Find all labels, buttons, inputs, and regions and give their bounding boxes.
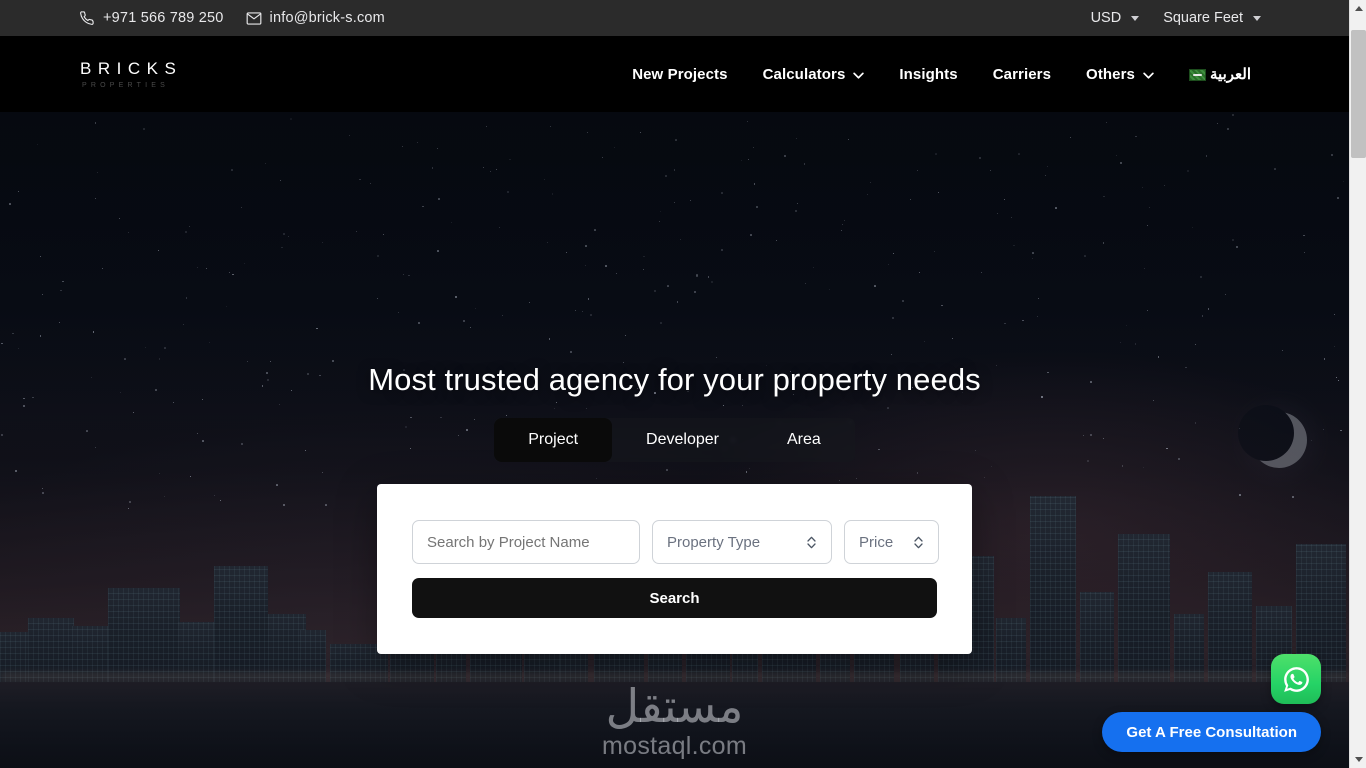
logo-subtitle-text: PROPERTIES: [82, 81, 169, 89]
topbar-email-text: info@brick-s.com: [269, 10, 385, 26]
hero-content: Most trusted agency for your property ne…: [0, 112, 1349, 768]
nav-item-calculators[interactable]: Calculators: [763, 66, 865, 83]
tab-developer[interactable]: Developer: [612, 418, 753, 462]
saudi-flag-icon: [1189, 69, 1206, 81]
top-utility-bar: +971 566 789 250 info@brick-s.com USD Sq…: [0, 0, 1349, 36]
nav-links: New Projects Calculators Insights Carrie…: [632, 65, 1251, 84]
whatsapp-button[interactable]: [1271, 654, 1321, 704]
property-type-label: Property Type: [667, 533, 761, 551]
browser-page: +971 566 789 250 info@brick-s.com USD Sq…: [0, 0, 1366, 768]
search-input[interactable]: [412, 520, 640, 564]
currency-label: USD: [1090, 10, 1122, 26]
logo-brand-text: BRICKS: [80, 58, 183, 78]
topbar-phone-text: +971 566 789 250: [103, 10, 224, 26]
topbar-phone[interactable]: +971 566 789 250: [80, 10, 224, 26]
tab-label: Area: [786, 431, 821, 448]
nav-item-label: Calculators: [762, 65, 846, 83]
topbar-settings-group: USD Square Feet: [1091, 10, 1261, 26]
nav-item-label: Carriers: [992, 65, 1052, 83]
page-title: Most trusted agency for your property ne…: [368, 362, 981, 397]
chevron-up-down-icon: [914, 536, 923, 548]
envelope-icon: [246, 11, 262, 25]
nav-item-others[interactable]: Others: [1086, 66, 1154, 83]
site-logo[interactable]: BRICKS PROPERTIES: [80, 60, 182, 89]
nav-item-label: Insights: [899, 65, 958, 83]
scrollbar[interactable]: [1349, 0, 1366, 768]
main-navigation-bar: BRICKS PROPERTIES New Projects Calculato…: [0, 36, 1349, 112]
property-type-select[interactable]: Property Type: [652, 520, 832, 564]
chevron-up-down-icon: [807, 536, 816, 548]
search-button[interactable]: Search: [412, 578, 937, 618]
chevron-down-icon: [1253, 15, 1261, 21]
whatsapp-icon: [1283, 666, 1309, 692]
language-label: العربية: [1210, 66, 1251, 83]
tab-area[interactable]: Area: [753, 418, 855, 462]
topbar-email[interactable]: info@brick-s.com: [246, 10, 385, 26]
nav-item-insights[interactable]: Insights: [899, 66, 957, 83]
price-label: Price: [859, 533, 894, 551]
chevron-down-icon: [853, 72, 865, 79]
topbar-contact-group: +971 566 789 250 info@brick-s.com: [80, 10, 385, 26]
nav-item-label: New Projects: [632, 65, 728, 83]
page-viewport: +971 566 789 250 info@brick-s.com USD Sq…: [0, 0, 1349, 768]
unit-label: Square Feet: [1163, 10, 1243, 26]
phone-icon: [80, 10, 95, 26]
nav-item-carriers[interactable]: Carriers: [993, 66, 1051, 83]
chevron-down-icon: [1143, 72, 1154, 79]
tab-project[interactable]: Project: [494, 418, 613, 462]
scrollbar-up-button[interactable]: [1350, 0, 1366, 17]
nav-item-new-projects[interactable]: New Projects: [632, 66, 727, 83]
search-fields-row: Property Type Price: [412, 520, 939, 564]
nav-item-label: Others: [1086, 65, 1135, 83]
unit-selector[interactable]: Square Feet: [1163, 10, 1261, 26]
triangle-down-icon: [1354, 757, 1363, 762]
scrollbar-down-button[interactable]: [1350, 751, 1366, 768]
search-card: Property Type Price Search: [377, 484, 972, 654]
scrollbar-thumb[interactable]: [1351, 30, 1366, 158]
language-switcher[interactable]: العربية: [1189, 65, 1251, 83]
chevron-down-icon: [1131, 15, 1140, 21]
tab-label: Project: [528, 431, 579, 448]
hero-section: Most trusted agency for your property ne…: [0, 112, 1349, 768]
price-select[interactable]: Price: [844, 520, 939, 564]
tab-label: Developer: [646, 431, 719, 448]
triangle-up-icon: [1354, 6, 1363, 11]
free-consultation-button[interactable]: Get A Free Consultation: [1102, 712, 1321, 752]
currency-selector[interactable]: USD: [1091, 10, 1140, 26]
search-type-tabs: Project Developer Area: [494, 418, 855, 462]
